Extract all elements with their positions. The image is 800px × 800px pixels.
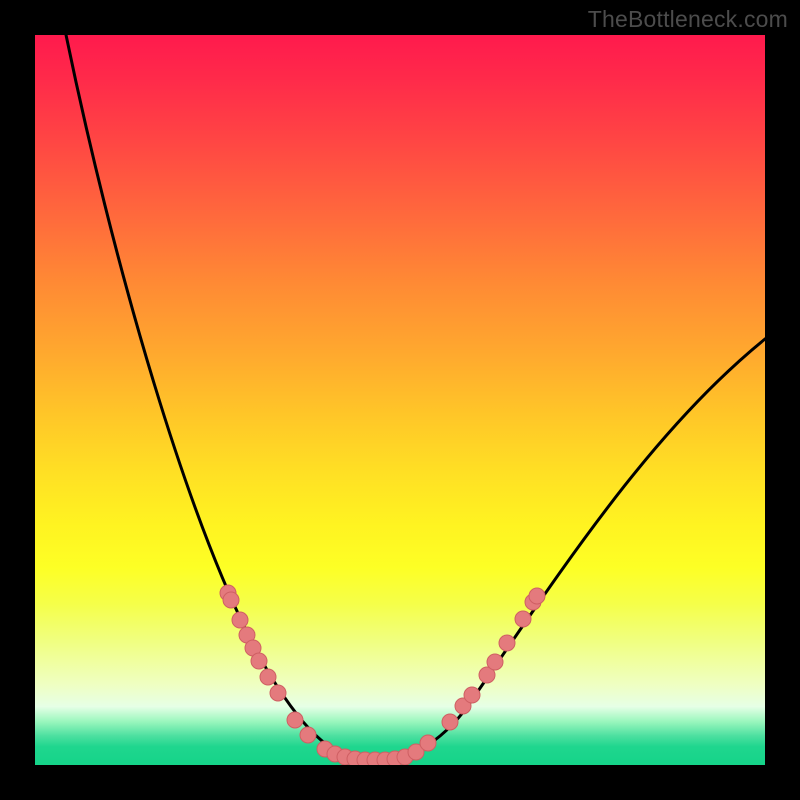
curve-marker <box>515 611 531 627</box>
marker-layer <box>220 585 545 765</box>
curve-marker <box>260 669 276 685</box>
watermark-text: TheBottleneck.com <box>588 6 788 33</box>
curve-marker <box>464 687 480 703</box>
curve-marker <box>251 653 267 669</box>
curve-marker <box>499 635 515 651</box>
curve-marker <box>300 727 316 743</box>
bottleneck-curve-svg <box>35 35 765 765</box>
curve-marker <box>232 612 248 628</box>
curve-marker <box>442 714 458 730</box>
curve-marker <box>223 592 239 608</box>
plot-area <box>35 35 765 765</box>
bottleneck-curve-path <box>65 35 765 759</box>
curve-marker <box>487 654 503 670</box>
curve-marker <box>287 712 303 728</box>
curve-marker <box>420 735 436 751</box>
curve-marker <box>529 588 545 604</box>
curve-marker <box>270 685 286 701</box>
chart-frame: TheBottleneck.com <box>0 0 800 800</box>
